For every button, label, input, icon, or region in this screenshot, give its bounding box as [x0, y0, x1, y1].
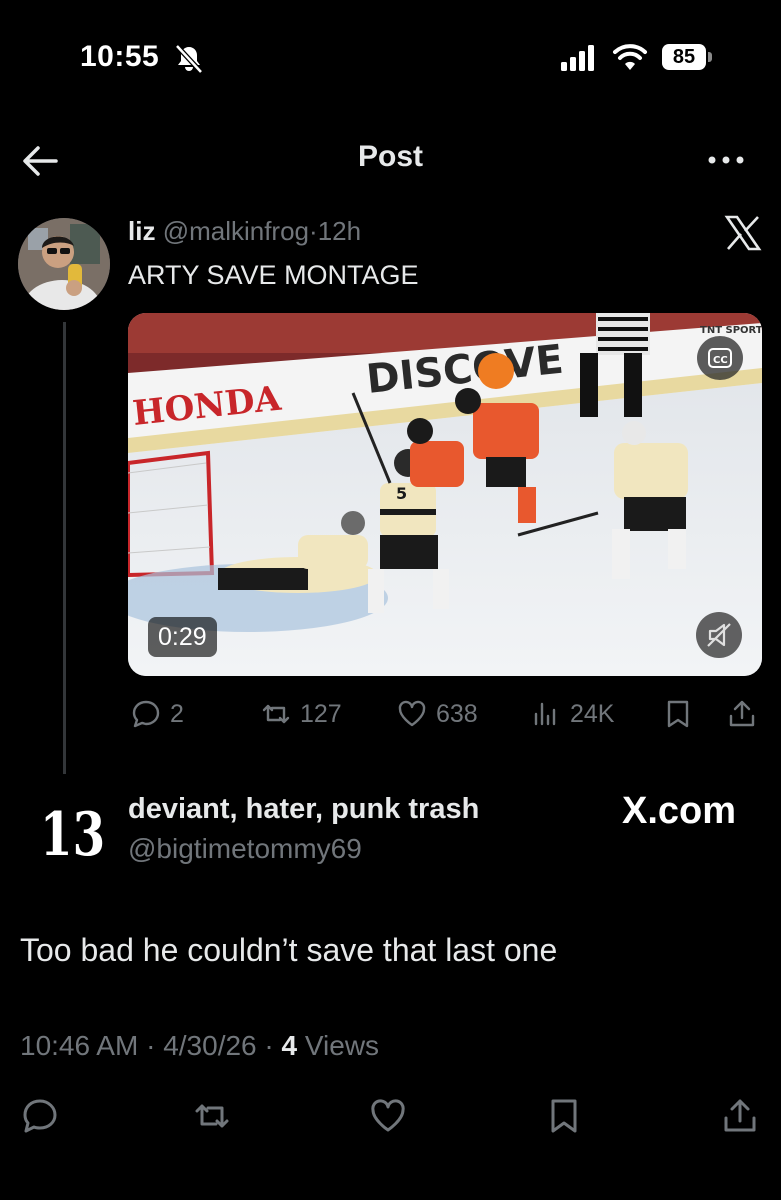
- views-action[interactable]: 24K: [530, 696, 614, 732]
- bookmark-icon[interactable]: [544, 1096, 584, 1136]
- video-player[interactable]: HONDA DISCOVE TNT SPORTS 5: [128, 313, 762, 676]
- post-text: Too bad he couldn’t save that last one: [20, 932, 558, 968]
- captions-button[interactable]: CC: [697, 336, 743, 380]
- tnt-watermark: TNT SPORTS: [700, 325, 762, 336]
- reply-count: 2: [170, 699, 184, 728]
- quoted-text: ARTY SAVE MONTAGE: [128, 260, 419, 290]
- like-action[interactable]: 638: [396, 696, 478, 732]
- cc-icon: CC: [708, 348, 732, 368]
- heart-icon: [398, 700, 426, 727]
- reply-icon[interactable]: [20, 1096, 60, 1136]
- cellular-signal-icon: [561, 45, 594, 71]
- reply-author-logo[interactable]: 13: [40, 800, 105, 870]
- heart-icon[interactable]: [368, 1096, 408, 1136]
- repost-icon: [262, 704, 290, 724]
- post-meta: 10:46 AM · 4/30/26 · 4 Views: [20, 1030, 379, 1062]
- bookmark-action[interactable]: [662, 696, 694, 732]
- quoted-separator: ·: [309, 216, 318, 246]
- reply-display-name[interactable]: deviant, hater, punk trash: [128, 793, 479, 826]
- share-action[interactable]: [726, 696, 758, 732]
- post-views-count: 4: [281, 1030, 298, 1061]
- reply-action[interactable]: 2: [130, 696, 184, 732]
- more-icon[interactable]: [706, 145, 746, 175]
- analytics-icon: [534, 702, 556, 726]
- page-title: Post: [357, 140, 423, 173]
- post-views-label: Views: [304, 1030, 380, 1061]
- thread-line: [63, 322, 66, 774]
- views-count: 24K: [570, 699, 615, 728]
- quoted-display-name[interactable]: liz: [128, 216, 155, 246]
- svg-text:CC: CC: [713, 355, 728, 366]
- reply-handle[interactable]: @bigtimetommy69: [128, 833, 362, 865]
- bell-slash-icon: [175, 44, 203, 74]
- wifi-icon: [613, 44, 647, 70]
- meta-separator: ·: [146, 1030, 156, 1061]
- quoted-author[interactable]: liz @malkinfrog·12h: [128, 216, 361, 247]
- bookmark-icon: [667, 700, 689, 728]
- mute-button[interactable]: [696, 612, 742, 658]
- x-com-badge: X.com: [622, 790, 737, 832]
- like-count: 638: [436, 699, 478, 728]
- muted-speaker-icon: [707, 623, 731, 647]
- quoted-age: 12h: [317, 216, 362, 246]
- jersey-number: 5: [396, 484, 407, 503]
- quoted-handle[interactable]: @malkinfrog: [163, 216, 309, 246]
- video-frame: HONDA DISCOVE TNT SPORTS 5: [128, 313, 762, 676]
- post-action-bar: [0, 1092, 781, 1142]
- repost-icon[interactable]: [192, 1096, 232, 1136]
- reply-icon: [132, 700, 160, 728]
- meta-separator: ·: [264, 1030, 274, 1061]
- battery-level: 85: [662, 44, 706, 70]
- repost-action[interactable]: 127: [260, 696, 342, 732]
- status-time: 10:55: [80, 40, 160, 73]
- repost-count: 127: [300, 699, 342, 728]
- post-date: 4/30/26: [163, 1030, 257, 1061]
- video-duration: 0:29: [148, 617, 217, 657]
- post-time: 10:46 AM: [20, 1030, 139, 1061]
- avatar[interactable]: [18, 218, 110, 310]
- battery-icon: 85: [662, 44, 714, 72]
- share-icon: [729, 700, 755, 727]
- x-logo-icon: [724, 215, 762, 251]
- share-icon[interactable]: [720, 1096, 760, 1136]
- avatar-image: [18, 218, 110, 310]
